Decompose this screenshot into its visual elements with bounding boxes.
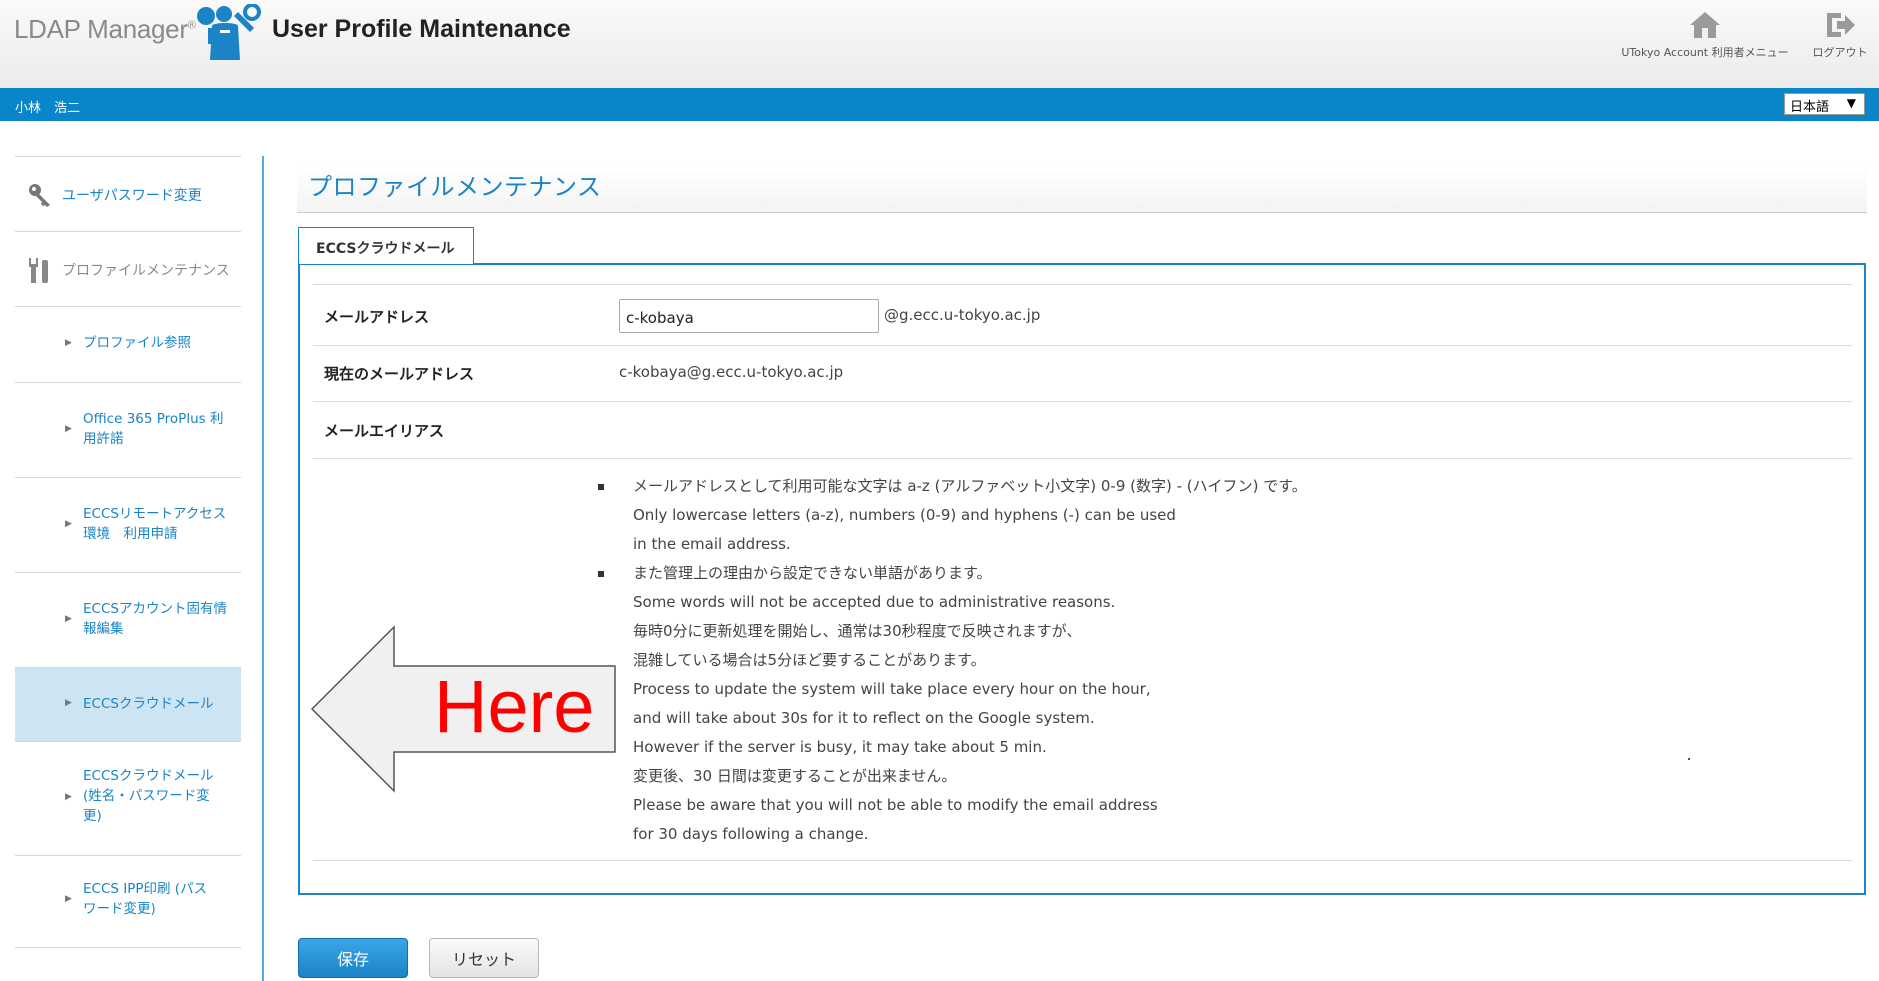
tab-cloud-mail[interactable]: ECCSクラウドメール bbox=[298, 227, 474, 264]
note-line: 毎時0分に更新処理を開始し、通常は30秒程度で反映されますが、 bbox=[633, 622, 1082, 640]
current-email-row: 現在のメールアドレス c-kobaya@g.ecc.u-tokyo.ac.jp bbox=[313, 345, 1852, 401]
triangle-right-icon: ▶ bbox=[65, 698, 72, 708]
triangle-right-icon: ▶ bbox=[65, 792, 72, 802]
sidebar-item-label: ECCSアカウント固有情報編集 bbox=[83, 601, 227, 637]
sidebar-item-profile-view[interactable]: ▶ プロファイル参照 bbox=[15, 306, 241, 382]
app-header: LDAP Manager® User Profile Maintenance U… bbox=[0, 0, 1879, 88]
logout-link[interactable]: ログアウト bbox=[1805, 10, 1875, 60]
note-line: However if the server is busy, it may ta… bbox=[633, 738, 1047, 756]
save-button[interactable]: 保存 bbox=[298, 938, 408, 978]
bullet-icon bbox=[598, 571, 604, 577]
triangle-right-icon: ▶ bbox=[65, 424, 72, 434]
sidebar-item-ipp-print[interactable]: ▶ ECCS IPP印刷 (パスワード変更) bbox=[15, 855, 241, 948]
logout-label: ログアウト bbox=[1812, 46, 1868, 59]
email-input[interactable] bbox=[619, 299, 879, 333]
user-menu-label: UTokyo Account 利用者メニュー bbox=[1621, 46, 1789, 59]
current-email-value: c-kobaya@g.ecc.u-tokyo.ac.jp bbox=[619, 363, 844, 381]
page-title: プロファイルメンテナンス bbox=[297, 165, 1867, 213]
current-email-label: 現在のメールアドレス bbox=[324, 365, 475, 383]
note-line: and will take about 30s for it to reflec… bbox=[633, 709, 1095, 727]
note-line: 変更後、30 日間は変更することが出来ません。 bbox=[633, 767, 957, 785]
stray-dot bbox=[1688, 758, 1690, 760]
note-line: for 30 days following a change. bbox=[633, 825, 869, 843]
chevron-down-icon: ▼ bbox=[1846, 96, 1856, 110]
triangle-right-icon: ▶ bbox=[65, 614, 72, 624]
sidebar-item-cloud-mail-name[interactable]: ▶ ECCSクラウドメール (姓名・パスワード変更) bbox=[15, 741, 241, 855]
triangle-right-icon: ▶ bbox=[65, 338, 72, 348]
sidebar-item-account-info[interactable]: ▶ ECCSアカウント固有情報編集 bbox=[15, 572, 241, 667]
email-domain: @g.ecc.u-tokyo.ac.jp bbox=[884, 306, 1041, 324]
language-value: 日本語 bbox=[1790, 100, 1830, 115]
sidebar-item-label: プロファイル参照 bbox=[83, 335, 191, 351]
note-line: in the email address. bbox=[633, 535, 791, 553]
sidebar-item-label: Office 365 ProPlus 利用許諾 bbox=[83, 411, 224, 447]
home-icon bbox=[1690, 12, 1720, 38]
sidebar-item-label: ECCSリモートアクセス環境 利用申請 bbox=[83, 506, 227, 542]
sidebar-item-label: プロファイルメンテナンス bbox=[62, 263, 230, 279]
sidebar-item-label: ECCSクラウドメール bbox=[83, 696, 214, 712]
user-name: 小林 浩二 bbox=[15, 101, 81, 116]
note-line: Process to update the system will take p… bbox=[633, 680, 1151, 698]
page-title-text: プロファイルメンテナンス bbox=[308, 173, 602, 201]
note-line: また管理上の理由から設定できない単語があります。 bbox=[633, 564, 992, 582]
sidebar-item-label: ユーザパスワード変更 bbox=[62, 188, 202, 204]
note-line: 混雑している場合は5分ほど要することがあります。 bbox=[633, 651, 986, 669]
user-bar: 小林 浩二 日本語 ▼ bbox=[0, 88, 1879, 121]
sidebar-item-office365[interactable]: ▶ Office 365 ProPlus 利用許諾 bbox=[15, 382, 241, 477]
key-icon bbox=[29, 184, 50, 207]
sidebar-item-cloud-mail[interactable]: ▶ ECCSクラウドメール bbox=[15, 667, 241, 741]
email-row: メールアドレス @g.ecc.u-tokyo.ac.jp bbox=[313, 284, 1852, 345]
app-title: User Profile Maintenance bbox=[272, 15, 571, 43]
alias-label: メールエイリアス bbox=[324, 422, 445, 440]
tools-icon bbox=[29, 258, 48, 283]
logout-icon bbox=[1827, 13, 1855, 37]
sidebar-item-label: ECCSクラウドメール (姓名・パスワード変更) bbox=[83, 768, 214, 824]
language-select[interactable]: 日本語 ▼ bbox=[1784, 93, 1865, 115]
alias-row: メールエイリアス bbox=[313, 401, 1852, 458]
bullet-icon bbox=[598, 484, 604, 490]
sidebar-item-label: ECCS IPP印刷 (パスワード変更) bbox=[83, 881, 208, 917]
user-menu-link[interactable]: UTokyo Account 利用者メニュー bbox=[1620, 10, 1790, 60]
email-label: メールアドレス bbox=[324, 308, 430, 326]
note-line: Some words will not be accepted due to a… bbox=[633, 593, 1116, 611]
sidebar-item-password[interactable]: ユーザパスワード変更 bbox=[15, 156, 241, 231]
sidebar-item-profile-maintenance[interactable]: プロファイルメンテナンス bbox=[15, 231, 241, 306]
triangle-right-icon: ▶ bbox=[65, 894, 72, 904]
annotation-text: Here bbox=[434, 665, 595, 748]
note-line: Please be aware that you will not be abl… bbox=[633, 796, 1158, 814]
sidebar: ユーザパスワード変更 プロファイルメンテナンス ▶ プロファイル参照 ▶ Off… bbox=[15, 156, 241, 948]
note-line: Only lowercase letters (a-z), numbers (0… bbox=[633, 506, 1176, 524]
notes-list: メールアドレスとして利用可能な文字は a-z (アルファベット小文字) 0-9 … bbox=[598, 472, 1307, 849]
note-line: メールアドレスとして利用可能な文字は a-z (アルファベット小文字) 0-9 … bbox=[633, 477, 1307, 495]
sidebar-item-remote-access[interactable]: ▶ ECCSリモートアクセス環境 利用申請 bbox=[15, 477, 241, 572]
reset-button[interactable]: リセット bbox=[429, 938, 539, 978]
triangle-right-icon: ▶ bbox=[65, 519, 72, 529]
logo-icon bbox=[197, 4, 261, 60]
sidebar-divider bbox=[262, 156, 264, 981]
brand-name: LDAP Manager® bbox=[14, 14, 196, 44]
